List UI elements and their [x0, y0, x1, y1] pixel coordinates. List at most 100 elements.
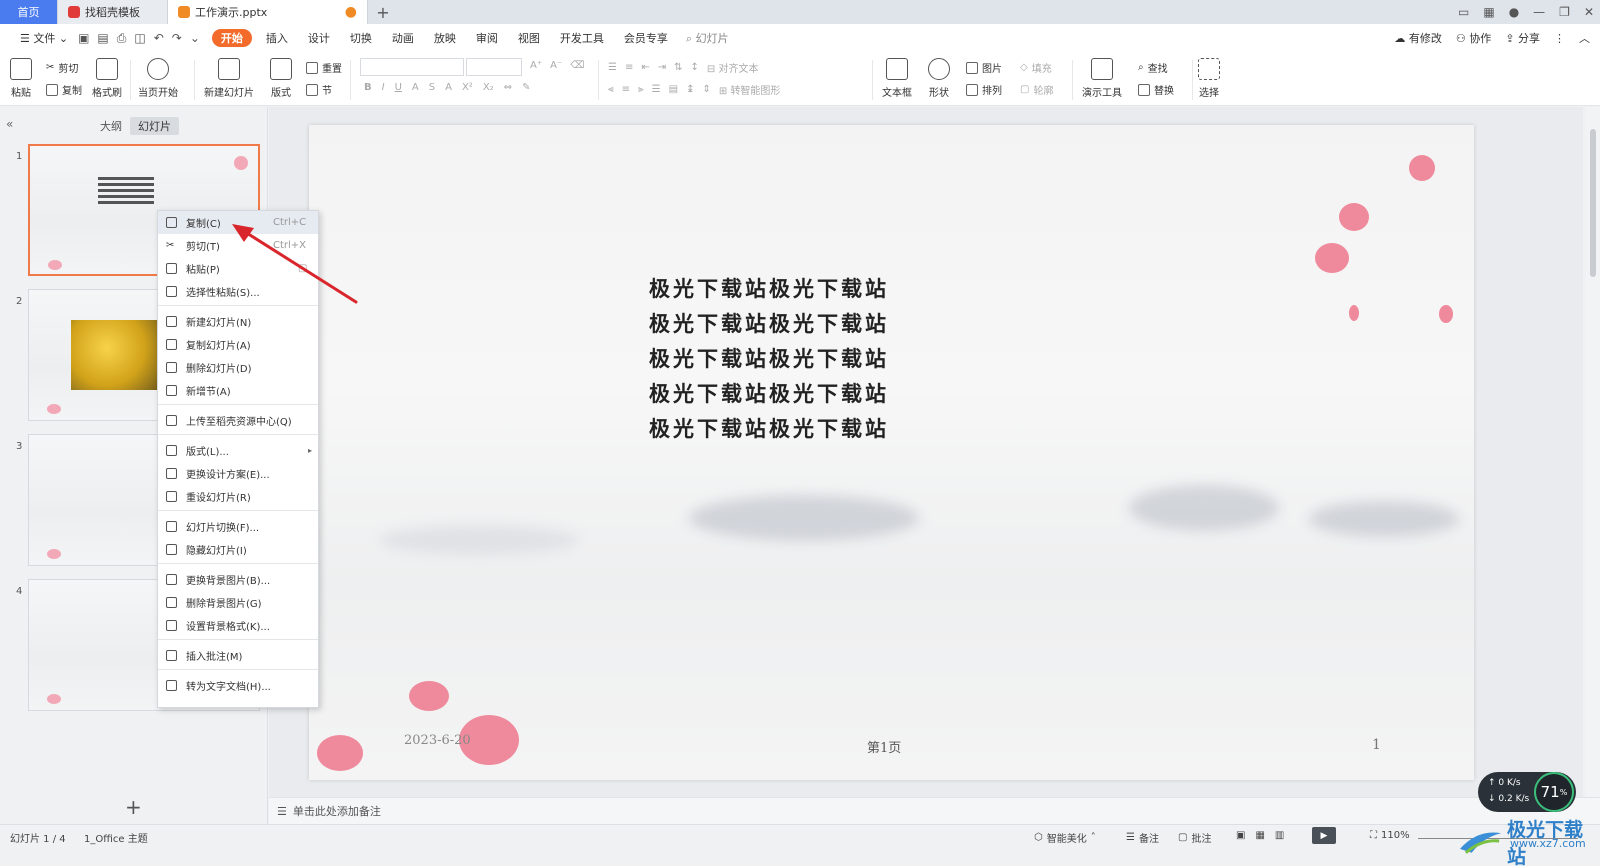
menu-item-member[interactable]: 会员专享 [614, 24, 678, 52]
bold-icon[interactable]: B [364, 82, 372, 93]
indent-decrease-icon[interactable]: ⇤ [641, 62, 649, 73]
sorter-view-icon[interactable]: ▦ [1255, 830, 1264, 841]
menu-item-convert-doc[interactable]: 转为文字文档(H)... [158, 674, 318, 697]
menu-item-upload[interactable]: 上传至稻壳资源中心(Q) [158, 409, 318, 432]
print-icon[interactable]: ⎙ [117, 31, 127, 46]
menu-item-delete-bg[interactable]: 删除背景图片(G) [158, 591, 318, 614]
menu-item-review[interactable]: 审阅 [466, 24, 508, 52]
select-button[interactable]: 选择 [1198, 58, 1220, 99]
strike-icon[interactable]: A [412, 82, 419, 93]
zoom-control[interactable]: ⛶ 110% [1370, 830, 1410, 841]
notes-pane[interactable]: ☰ 单击此处添加备注 [269, 797, 1600, 824]
replace-button[interactable]: 替换 [1138, 82, 1174, 97]
menu-item-new-slide[interactable]: 新建幻灯片(N) [158, 310, 318, 333]
menu-item-slideshow[interactable]: 放映 [424, 24, 466, 52]
menu-item-delete-slide[interactable]: 删除幻灯片(D) [158, 356, 318, 379]
more-icon[interactable]: ⋮ [1554, 32, 1565, 45]
network-speed-widget[interactable]: ↑ 0 K/s ↓ 0.2 K/s 71% [1478, 772, 1576, 812]
highlight-icon[interactable]: ✎ [522, 82, 530, 93]
preview-icon[interactable]: ◫ [134, 31, 145, 46]
avatar[interactable]: ● [1509, 5, 1519, 19]
font-size-select[interactable] [466, 58, 522, 76]
copy-button[interactable]: 复制 [46, 82, 82, 97]
menu-item-add-section[interactable]: 新增节(A) [158, 379, 318, 402]
tab-document[interactable]: 工作演示.pptx ● [168, 0, 368, 24]
from-current-button[interactable]: 当页开始 [138, 58, 178, 99]
underline-icon[interactable]: U [395, 82, 402, 93]
menu-item-change-design[interactable]: 更换设计方案(E)... [158, 462, 318, 485]
vertical-scrollbar[interactable] [1586, 107, 1600, 797]
format-painter-button[interactable]: 格式刷 [92, 58, 122, 99]
smart-beautify-button[interactable]: ⬡ 智能美化 ˄ [1034, 830, 1096, 845]
text-direction-icon[interactable]: ⇅ [674, 62, 682, 73]
apps-grid-icon[interactable]: ▦ [1483, 5, 1494, 19]
indent-increase-icon[interactable]: ⇥ [658, 62, 666, 73]
menu-item-insert[interactable]: 插入 [256, 24, 298, 52]
outline-button[interactable]: ▢ 轮廓 [1020, 82, 1053, 97]
find-button[interactable]: ⌕ 查找 [1138, 60, 1168, 75]
menu-item-transition[interactable]: 幻灯片切换(F)... [158, 515, 318, 538]
char-spacing-icon[interactable]: ⇔ [504, 82, 512, 93]
superscript-icon[interactable]: X² [462, 82, 473, 93]
menu-item-reset-slide[interactable]: 重设幻灯片(R) [158, 485, 318, 508]
layout-icon[interactable]: ▭ [1458, 5, 1469, 19]
paste-button[interactable]: 粘贴 [10, 58, 32, 99]
menu-item-start[interactable]: 开始 [211, 29, 252, 47]
collapse-ribbon-icon[interactable]: ︿ [1579, 30, 1590, 46]
export-icon[interactable]: ▤ [97, 31, 108, 46]
section-button[interactable]: 节 [306, 82, 332, 97]
subscript-icon[interactable]: X₂ [483, 82, 494, 93]
new-tab-button[interactable]: + [368, 0, 398, 24]
cut-button[interactable]: ✂ 剪切 [46, 60, 78, 75]
collaborate-button[interactable]: ⚇ 协作 [1456, 30, 1491, 46]
bullet-list-icon[interactable]: ☰ [608, 62, 617, 73]
shape-button[interactable]: 形状 [928, 58, 950, 99]
notes-button[interactable]: ☰ 备注 [1126, 830, 1159, 845]
clear-format-icon[interactable]: ⌫ [570, 60, 584, 71]
menu-item-transition[interactable]: 切换 [340, 24, 382, 52]
justify-icon[interactable]: ☰ [652, 84, 661, 95]
collapse-panel-icon[interactable]: « [6, 117, 13, 131]
slide-text-block[interactable]: 极光下载站极光下载站 极光下载站极光下载站 极光下载站极光下载站 极光下载站极光… [649, 271, 889, 446]
menu-item-view[interactable]: 视图 [508, 24, 550, 52]
menu-item-duplicate-slide[interactable]: 复制幻灯片(A) [158, 333, 318, 356]
menu-item-design[interactable]: 设计 [298, 24, 340, 52]
add-slide-button[interactable]: + [125, 795, 142, 819]
align-left-icon[interactable]: ⫷ [608, 84, 614, 95]
align-text-button[interactable]: ⊟ 对齐文本 [707, 60, 759, 75]
textbox-button[interactable]: 文本框 [882, 58, 912, 99]
shrink-font-icon[interactable]: A⁻ [550, 60, 562, 71]
new-slide-button[interactable]: 新建幻灯片 [204, 58, 254, 99]
reset-button[interactable]: 重置 [306, 60, 342, 75]
fill-button[interactable]: ◇ 填充 [1020, 60, 1052, 75]
distribute-icon[interactable]: ▤ [669, 84, 678, 95]
undo-icon[interactable]: ↶ [154, 31, 164, 46]
grow-font-icon[interactable]: A⁺ [530, 60, 542, 71]
layout-button[interactable]: 版式 [270, 58, 292, 99]
line-spacing-icon[interactable]: ↨ [686, 84, 694, 95]
sort-icon[interactable]: ↕ [691, 62, 699, 73]
menu-item-layout[interactable]: 版式(L)... ▸ [158, 439, 318, 462]
align-right-icon[interactable]: ⫸ [638, 84, 644, 95]
italic-icon[interactable]: I [382, 82, 385, 93]
reading-view-icon[interactable]: ▥ [1275, 830, 1284, 841]
smart-shape-button[interactable]: ⊞ 转智能图形 [719, 82, 781, 97]
menu-item-animation[interactable]: 动画 [382, 24, 424, 52]
tab-template[interactable]: 找稻壳模板 [58, 0, 168, 24]
more-dropdown-icon[interactable]: ⌄ [190, 31, 200, 46]
arrange-button[interactable]: 排列 [966, 82, 1002, 97]
align-center-icon[interactable]: ≡ [622, 84, 630, 95]
menu-item-bg-format[interactable]: 设置背景格式(K)... [158, 614, 318, 637]
menu-item-change-bg[interactable]: 更换背景图片(B)... [158, 568, 318, 591]
comments-button[interactable]: ▢ 批注 [1178, 830, 1211, 845]
play-slideshow-button[interactable]: ▶ [1312, 827, 1336, 844]
restore-icon[interactable]: ❐ [1559, 5, 1570, 19]
modified-button[interactable]: ☁ 有修改 [1394, 30, 1442, 46]
font-color-icon[interactable]: A [445, 82, 452, 93]
shadow-icon[interactable]: S [429, 82, 435, 93]
share-button[interactable]: ⇪ 分享 [1505, 30, 1540, 46]
present-tools-button[interactable]: 演示工具 [1082, 58, 1122, 99]
tab-slides[interactable]: 幻灯片 [130, 117, 179, 135]
menu-item-devtools[interactable]: 开发工具 [550, 24, 614, 52]
close-icon[interactable]: ✕ [1584, 5, 1594, 19]
